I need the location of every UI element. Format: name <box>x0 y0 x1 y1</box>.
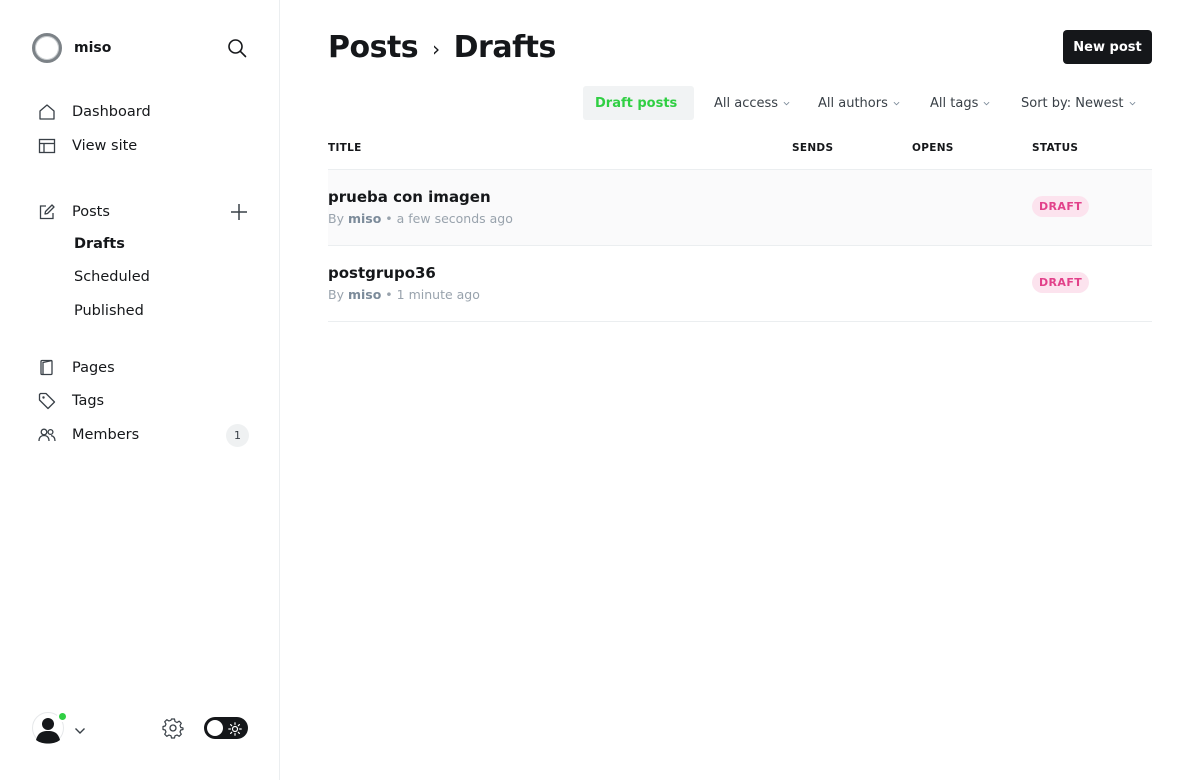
table-row[interactable]: prueba con imagen By miso • a few second… <box>328 170 1152 246</box>
sort-select[interactable]: Sort by: Newest <box>1021 86 1136 120</box>
page-icon <box>38 359 56 377</box>
sidebar-item-tags[interactable]: Tags <box>38 389 104 413</box>
sidebar-item-view-site[interactable]: View site <box>38 134 137 158</box>
sidebar-item-label: Pages <box>72 360 115 376</box>
members-icon <box>38 426 56 444</box>
sidebar-item-label: Members <box>72 427 140 443</box>
sidebar-item-members[interactable]: Members <box>38 423 139 447</box>
filter-type-select[interactable]: Draft posts <box>583 86 694 120</box>
status-badge: DRAFT <box>1032 196 1090 217</box>
sort-label: Sort by: Newest <box>1021 95 1124 111</box>
sidebar-item-pages[interactable]: Pages <box>38 356 115 380</box>
sidebar-item-drafts[interactable]: Drafts <box>74 236 125 252</box>
column-header-status: STATUS <box>1032 142 1079 154</box>
filter-tags-label: All tags <box>930 95 979 111</box>
filter-tags-select[interactable]: All tags <box>930 86 990 120</box>
sun-icon <box>228 721 242 736</box>
table-row[interactable]: postgrupo36 By miso • 1 minute ago DRAFT <box>328 246 1152 322</box>
new-post-button[interactable]: New post <box>1063 30 1152 64</box>
page-title: Drafts <box>453 29 557 65</box>
sidebar-item-label: Tags <box>72 393 105 409</box>
breadcrumb: Posts › Drafts <box>328 27 556 67</box>
post-time: • a few seconds ago <box>385 211 513 226</box>
chevron-down-icon <box>1129 101 1135 105</box>
meta-by: By <box>328 287 344 302</box>
tag-icon <box>38 392 56 410</box>
members-count-badge: 1 <box>226 424 249 447</box>
sidebar-item-posts[interactable]: Posts <box>38 200 110 224</box>
theme-toggle[interactable] <box>204 717 248 739</box>
site-logo-icon <box>32 33 62 63</box>
breadcrumb-root-link[interactable]: Posts <box>328 30 419 65</box>
post-meta: By miso • a few seconds ago <box>328 211 513 226</box>
search-icon[interactable] <box>226 37 248 59</box>
online-status-dot <box>57 711 68 722</box>
sidebar-item-published[interactable]: Published <box>74 303 144 319</box>
filter-bar: Draft posts All access All authors All t… <box>0 86 1200 120</box>
meta-by: By <box>328 211 344 226</box>
column-header-sends: SENDS <box>792 142 834 154</box>
column-header-title: TITLE <box>328 142 362 154</box>
chevron-right-icon: › <box>432 37 440 61</box>
post-author: miso <box>347 287 382 302</box>
post-title: prueba con imagen <box>328 188 491 206</box>
post-time: • 1 minute ago <box>385 287 480 302</box>
post-meta: By miso • 1 minute ago <box>328 287 480 302</box>
chevron-down-icon <box>983 101 990 105</box>
chevron-down-icon <box>893 101 900 105</box>
column-header-opens: OPENS <box>912 142 954 154</box>
brand[interactable]: miso <box>32 32 111 64</box>
filter-access-select[interactable]: All access <box>714 86 790 120</box>
filter-access-label: All access <box>714 95 779 111</box>
gear-icon[interactable] <box>162 717 184 739</box>
chevron-down-icon[interactable] <box>74 722 86 734</box>
edit-icon <box>38 203 56 221</box>
post-title: postgrupo36 <box>328 264 436 282</box>
filter-authors-select[interactable]: All authors <box>818 86 900 120</box>
status-badge: DRAFT <box>1032 272 1090 293</box>
add-post-icon[interactable] <box>228 201 250 223</box>
filter-type-label: Draft posts <box>595 95 678 111</box>
sidebar-item-scheduled[interactable]: Scheduled <box>74 269 150 285</box>
post-author: miso <box>347 211 382 226</box>
sidebar-item-label: View site <box>72 138 138 154</box>
chevron-down-icon <box>783 101 790 105</box>
toggle-knob <box>207 720 223 736</box>
sidebar-item-label: Posts <box>72 204 110 220</box>
site-name: miso <box>74 40 112 56</box>
layout-icon <box>38 137 56 155</box>
filter-authors-label: All authors <box>818 95 888 111</box>
